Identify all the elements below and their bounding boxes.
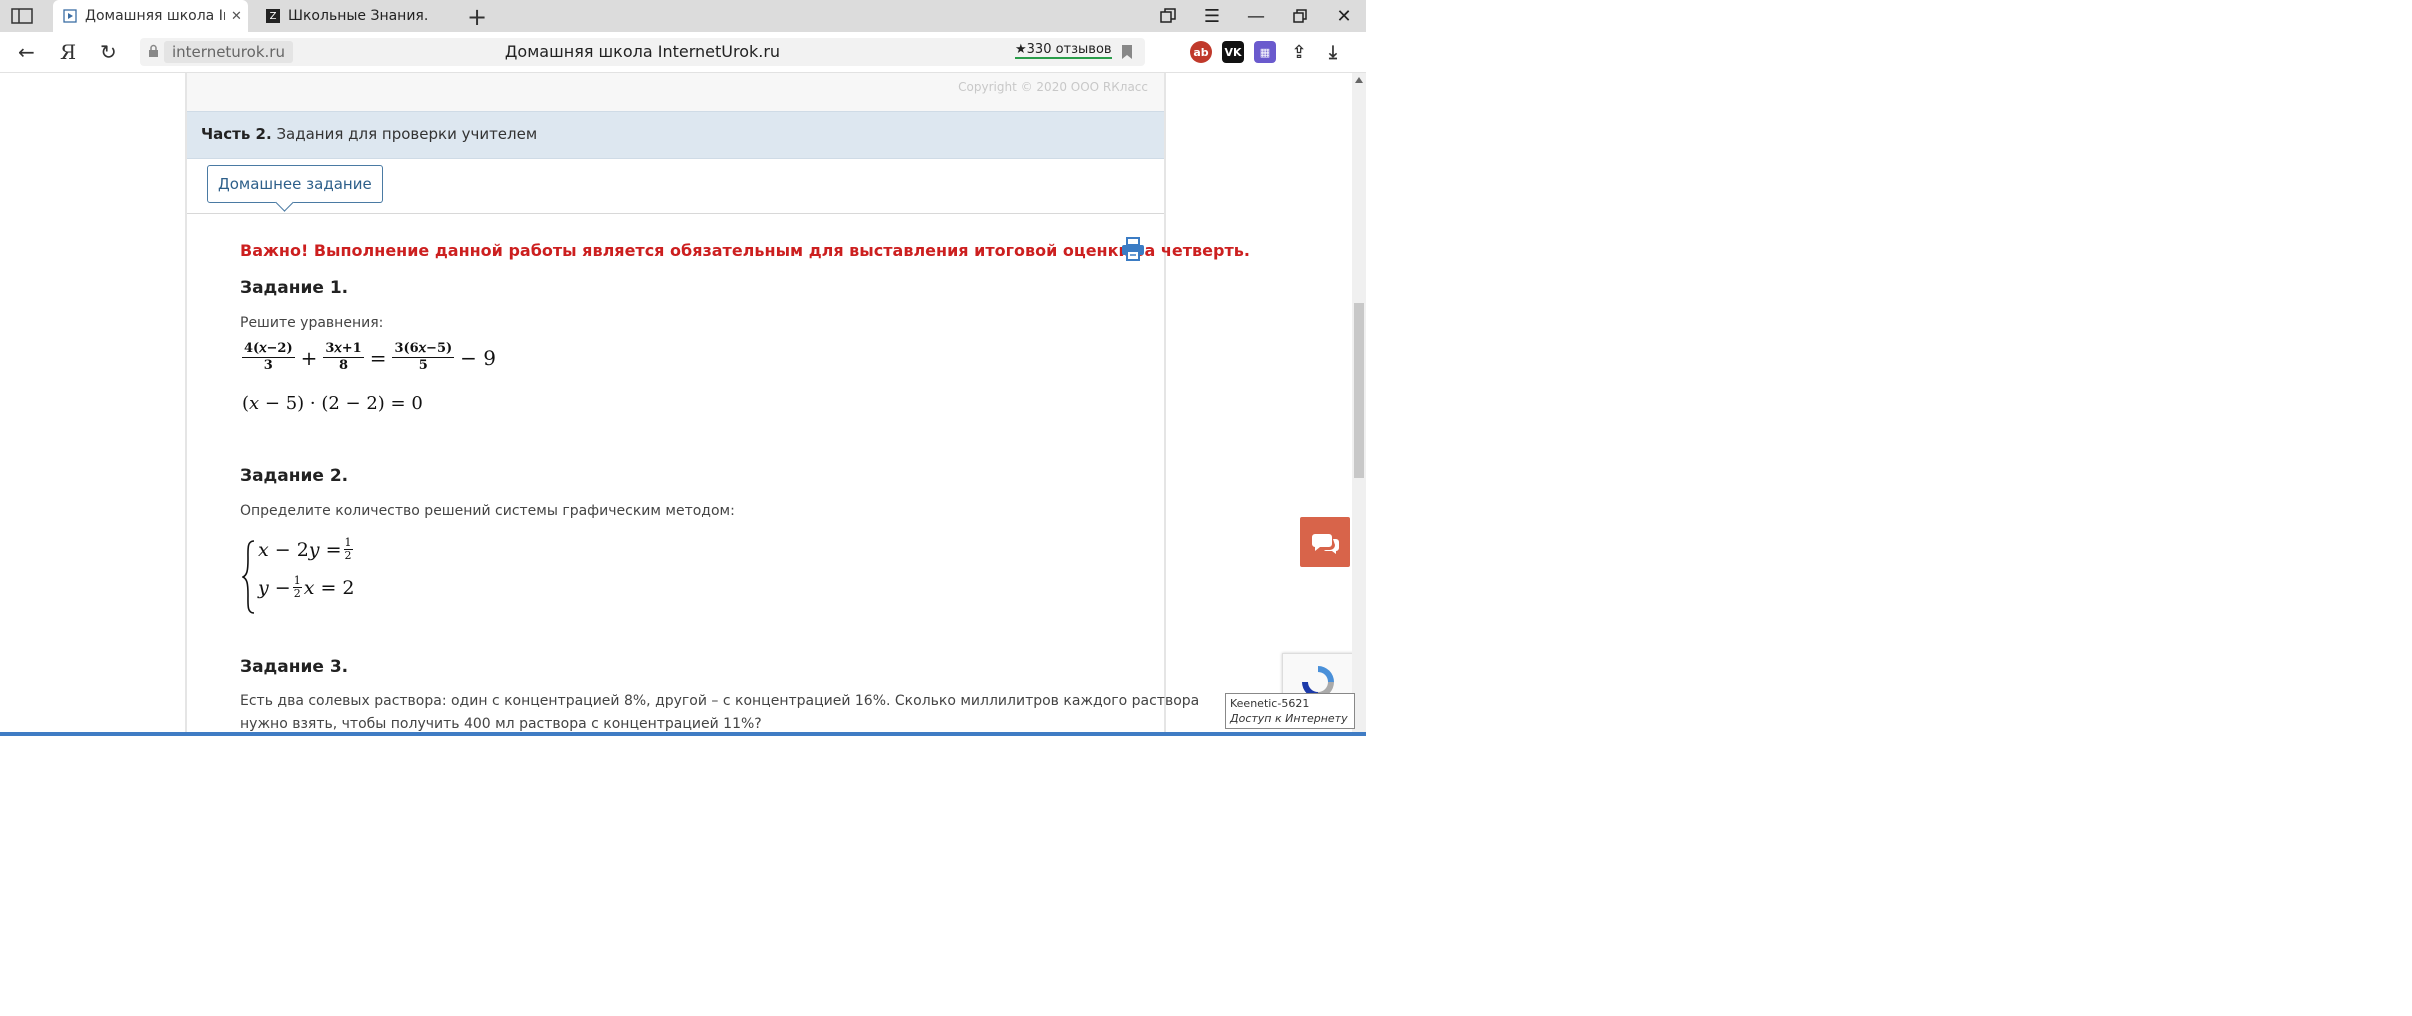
tab-pointer [275,193,294,212]
task-3-text-line-2: нужно взять, чтобы получить 400 мл раств… [240,716,762,732]
part-2-label: Часть 2. Задания для проверки учителем [201,125,537,143]
part-2-label-bold: Часть 2. [201,125,272,143]
tab-title: Домашняя школа Intern [85,8,225,24]
task-1-equation-1: 4(𝑥−2) 3 + 3𝑥+1 8 = 3(6𝑥−5) 5 − 9 [242,341,496,373]
tabs-manager-icon[interactable] [1146,0,1190,32]
bookmark-icon[interactable] [1121,44,1133,60]
minimize-icon[interactable]: — [1234,0,1278,32]
homework-tab[interactable]: Домашнее задание [207,165,383,212]
page-title: Домашняя школа InternetUrok.ru [504,42,781,61]
url-field[interactable]: interneturok.ru Домашняя школа InternetU… [140,38,1145,66]
znanija-favicon-icon: Z [266,9,280,23]
os-taskbar [0,732,1366,736]
copyright-text: Copyright © 2020 ООО RКласс [958,80,1148,94]
chat-bubbles-icon [1312,534,1339,554]
reviews-badge[interactable]: ★330 отзывов [1015,42,1112,59]
vk-extension-icon[interactable]: VK [1222,41,1244,63]
task-2-instruction: Определите количество решений системы гр… [240,503,735,519]
printer-icon[interactable] [1120,236,1146,262]
part-2-label-rest: Задания для проверки учителем [271,125,538,143]
scroll-up-arrow-icon[interactable] [1355,77,1363,83]
share-icon[interactable]: ⇪ [1288,41,1310,63]
play-favicon-icon [63,9,77,23]
new-tab-plus-icon[interactable]: + [467,3,487,31]
back-arrow-icon[interactable]: ← [18,40,35,64]
task-1-heading: Задание 1. [240,278,349,298]
tooltip-line-2: Доступ к Интернету [1230,712,1348,725]
adblock-extension-icon[interactable]: ab [1190,41,1212,63]
browser-window: Домашняя школа Intern ✕ Z Школьные Знани… [0,0,1366,736]
menu-icon[interactable]: ☰ [1190,0,1234,32]
tab-title: Школьные Знания.com - Р [288,8,428,24]
network-tooltip: Keenetic-5621 Доступ к Интернету [1225,693,1355,729]
tooltip-line-1: Keenetic-5621 [1230,697,1310,710]
task-2-heading: Задание 2. [240,466,349,486]
close-window-icon[interactable]: ✕ [1322,0,1366,32]
page-scrollbar[interactable] [1352,73,1366,736]
sidebar-toggle-icon[interactable] [10,7,36,25]
reload-icon[interactable]: ↻ [100,40,117,64]
content-border-right [1164,73,1166,736]
page-viewport: Copyright © 2020 ООО RКласс Часть 2. Зад… [0,73,1366,736]
download-icon[interactable]: ⤓ [1322,41,1344,63]
tab-znanija[interactable]: Z Школьные Знания.com - Р [256,0,451,32]
task-3-heading: Задание 3. [240,657,349,677]
scroll-thumb[interactable] [1354,303,1364,478]
system-brace-icon [242,540,255,614]
chat-button[interactable] [1300,517,1350,567]
part-2-header: Часть 2. Задания для проверки учителем [187,111,1164,159]
task-1-equation-2: (𝑥 − 5) · (2 − 2) = 0 [242,393,423,414]
divider [187,213,1164,214]
footer-strip: Copyright © 2020 ООО RКласс [187,73,1164,111]
yandex-logo-icon[interactable]: Я [60,40,76,64]
task-1-instruction: Решите уравнения: [240,315,384,331]
homework-tab-label: Домашнее задание [218,175,372,193]
task-3-text-line-1: Есть два солевых раствора: один с концен… [240,693,1200,709]
restore-icon[interactable] [1278,0,1322,32]
system-equation-2: 𝑦 − 12 𝑥 = 2 [258,574,355,600]
system-equation-1: 𝑥 − 2𝑦 = 12 [258,536,353,562]
address-bar-row: ← Я ↻ interneturok.ru Домашняя школа Int… [0,32,1366,73]
important-notice: Важно! Выполнение данной работы является… [240,241,1250,260]
content-border-left [185,73,187,736]
tab-bar: Домашняя школа Intern ✕ Z Школьные Знани… [0,0,1366,32]
tab-interneturok[interactable]: Домашняя школа Intern ✕ [53,0,248,32]
close-tab-icon[interactable]: ✕ [231,9,242,24]
extension-icon[interactable]: ▦ [1254,41,1276,63]
